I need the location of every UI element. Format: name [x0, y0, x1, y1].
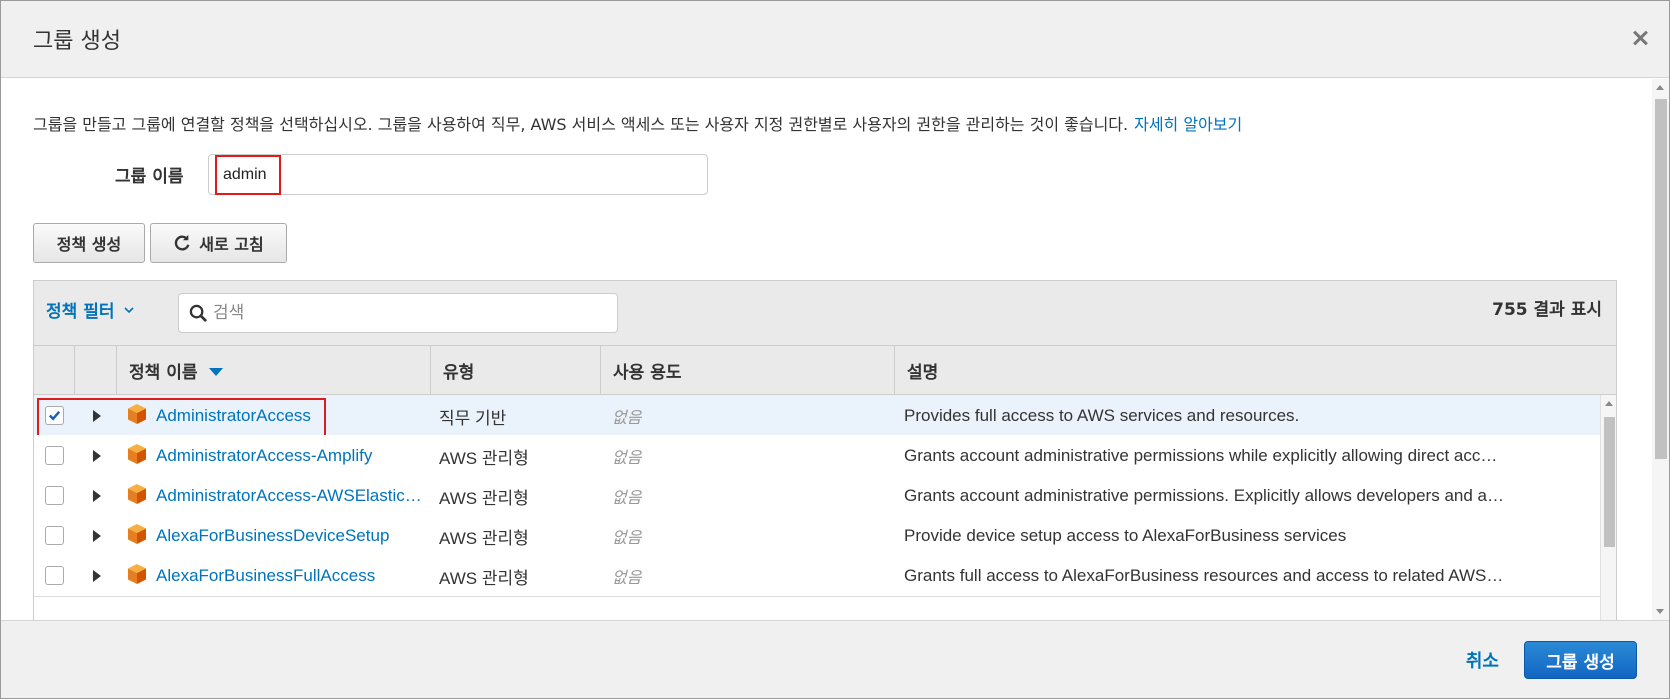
header-checkbox-col	[34, 346, 75, 395]
policy-description: Provides full access to AWS services and…	[904, 406, 1300, 425]
scroll-up-icon[interactable]	[1656, 85, 1664, 90]
table-header: 정책 이름 유형 사용 용도 설명	[34, 346, 1616, 395]
create-policy-button[interactable]: 정책 생성	[33, 223, 145, 263]
column-label-usage: 사용 용도	[613, 363, 682, 383]
policy-description: Grants account administrative permission…	[904, 446, 1498, 465]
sort-desc-icon	[209, 368, 224, 376]
scroll-up-icon[interactable]	[1605, 401, 1613, 406]
table-toolbar: 정책 필터 755 결과 표시	[34, 281, 1616, 346]
policy-usage: 없음	[612, 408, 642, 427]
policy-filter-label: 정책 필터	[46, 302, 115, 322]
create-group-button[interactable]: 그룹 생성	[1524, 641, 1637, 679]
dialog-title: 그룹 생성	[33, 29, 121, 54]
policy-type: 직무 기반	[439, 408, 507, 428]
expand-row-icon[interactable]	[93, 450, 101, 462]
policy-cube-icon	[128, 404, 146, 424]
column-label-name: 정책 이름	[129, 363, 198, 383]
column-header-usage[interactable]: 사용 용도	[601, 346, 895, 395]
policy-table: 정책 필터 755 결과 표시 정책 이름	[33, 280, 1617, 620]
dialog-body: 그룹을 만들고 그룹에 연결할 정책을 선택하십시오. 그룹을 사용하여 직무,…	[1, 79, 1669, 620]
result-count: 755 결과 표시	[1492, 300, 1602, 320]
policy-filter-dropdown[interactable]: 정책 필터	[46, 297, 135, 322]
policy-description: Grants account administrative permission…	[904, 486, 1504, 505]
column-label-description: 설명	[907, 363, 939, 383]
policy-cube-icon	[128, 564, 146, 584]
dialog-scrollbar[interactable]	[1652, 79, 1669, 620]
table-row[interactable]: AdministratorAccess-Amplify AWS 관리형 없음 Gran…	[34, 435, 1600, 477]
policy-type: AWS 관리형	[439, 448, 529, 468]
table-scrollbar[interactable]	[1600, 395, 1616, 620]
dialog-scroll-thumb[interactable]	[1655, 99, 1667, 459]
policy-cube-icon	[128, 484, 146, 504]
header-expand-col	[75, 346, 117, 395]
table-body: AdministratorAccess 직무 기반 없음 Provides full …	[34, 395, 1600, 620]
scroll-down-icon[interactable]	[1656, 609, 1664, 614]
policy-name-link[interactable]: AdministratorAccess-Amplify	[156, 435, 446, 477]
refresh-button[interactable]: 새로 고침	[150, 223, 287, 263]
group-name-input[interactable]	[208, 154, 708, 195]
row-checkbox[interactable]	[45, 406, 64, 425]
policy-description: Provide device setup access to AlexaForB…	[904, 526, 1347, 545]
close-icon[interactable]	[1629, 27, 1651, 49]
policy-type: AWS 관리형	[439, 528, 529, 548]
table-row[interactable]: AlexaForBusinessFullAccess AWS 관리형 없음 Grant…	[34, 555, 1600, 597]
expand-row-icon[interactable]	[93, 410, 101, 422]
table-scroll-thumb[interactable]	[1604, 417, 1615, 547]
row-checkbox[interactable]	[45, 486, 64, 505]
refresh-label: 새로 고침	[199, 235, 264, 254]
column-label-type: 유형	[443, 363, 475, 383]
policy-usage: 없음	[612, 488, 642, 507]
table-row[interactable]: AlexaForBusinessDeviceSetup AWS 관리형 없음 Prov…	[34, 515, 1600, 557]
policy-usage: 없음	[612, 448, 642, 467]
cancel-button[interactable]: 취소	[1466, 647, 1499, 673]
expand-row-icon[interactable]	[93, 490, 101, 502]
table-row[interactable]: AdministratorAccess-AWSElastic… AWS 관리형 없음…	[34, 475, 1600, 517]
search-input[interactable]	[213, 294, 613, 332]
policy-usage: 없음	[612, 528, 642, 547]
column-header-type[interactable]: 유형	[431, 346, 601, 395]
table-row[interactable]: AdministratorAccess 직무 기반 없음 Provides full …	[34, 395, 1600, 440]
create-group-dialog: 그룹 생성 그룹을 만들고 그룹에 연결할 정책을 선택하십시오. 그룹을 사용…	[0, 0, 1670, 699]
dialog-footer: 취소 그룹 생성	[1, 620, 1669, 698]
policy-name-link[interactable]: AlexaForBusinessFullAccess	[156, 555, 446, 597]
policy-usage: 없음	[612, 568, 642, 587]
column-header-policy-name[interactable]: 정책 이름	[117, 346, 431, 395]
refresh-icon	[175, 234, 190, 251]
expand-row-icon[interactable]	[93, 530, 101, 542]
policy-name-link[interactable]: AlexaForBusinessDeviceSetup	[156, 515, 446, 557]
learn-more-link[interactable]: 자세히 알아보기	[1134, 115, 1242, 134]
row-checkbox[interactable]	[45, 526, 64, 545]
chevron-down-icon	[124, 306, 135, 313]
policy-description: Grants full access to AlexaForBusiness r…	[904, 566, 1504, 585]
expand-row-icon[interactable]	[93, 570, 101, 582]
policy-cube-icon	[128, 444, 146, 464]
checkmark-icon	[48, 410, 61, 421]
policy-name-link[interactable]: AdministratorAccess-AWSElastic…	[156, 475, 446, 517]
group-name-label: 그룹 이름	[115, 167, 184, 187]
intro-description: 그룹을 만들고 그룹에 연결할 정책을 선택하십시오. 그룹을 사용하여 직무,…	[33, 115, 1129, 134]
search-box	[178, 293, 618, 333]
create-policy-label: 정책 생성	[56, 235, 122, 254]
policy-type: AWS 관리형	[439, 568, 529, 588]
row-checkbox[interactable]	[45, 446, 64, 465]
dialog-header: 그룹 생성	[1, 1, 1669, 78]
column-header-description[interactable]: 설명	[895, 346, 1616, 395]
intro-text: 그룹을 만들고 그룹에 연결할 정책을 선택하십시오. 그룹을 사용하여 직무,…	[33, 111, 1242, 135]
policy-cube-icon	[128, 524, 146, 544]
policy-type: AWS 관리형	[439, 488, 529, 508]
policy-name-link[interactable]: AdministratorAccess	[156, 395, 446, 437]
row-checkbox[interactable]	[45, 566, 64, 585]
search-icon	[189, 304, 208, 323]
